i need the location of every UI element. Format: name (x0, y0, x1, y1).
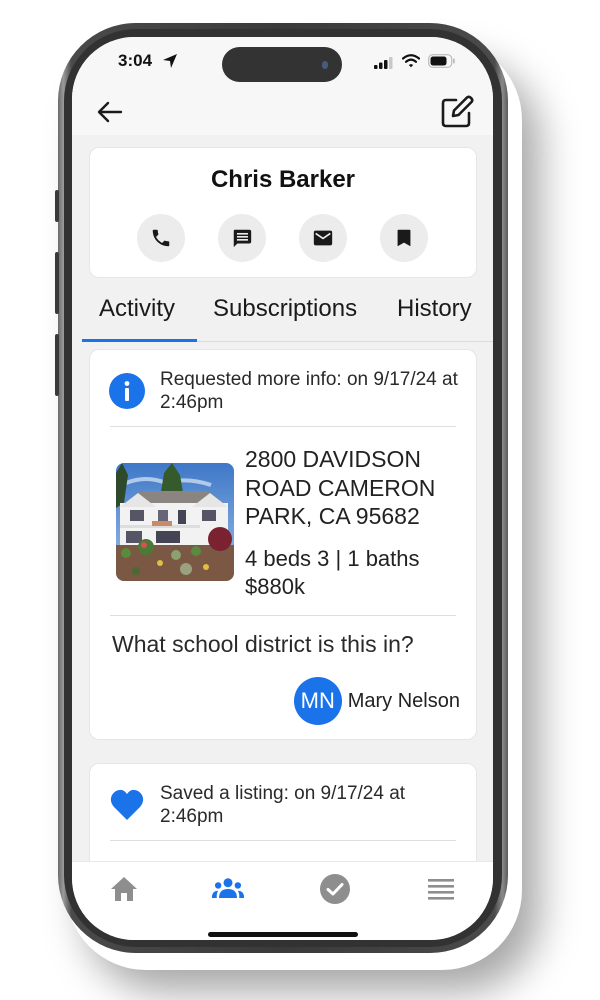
activity-message: What school district is this in? (112, 631, 414, 657)
activity-card: Saved a listing: on 9/17/24 at 2:46pm 30… (89, 763, 477, 861)
agent-name: Mary Nelson (347, 689, 460, 712)
edit-button[interactable] (440, 95, 474, 129)
listing-photo (116, 463, 234, 581)
bottom-tab-tasks[interactable] (318, 872, 352, 906)
back-button[interactable] (96, 99, 124, 125)
listing-summary[interactable]: 2800 DAVIDSON ROAD CAMERON PARK, CA 9568… (116, 445, 456, 605)
dynamic-island (222, 47, 342, 82)
tab-history[interactable]: History (397, 295, 472, 323)
contact-card: Chris Barker (89, 147, 477, 278)
action-button (55, 190, 59, 222)
assigned-agent[interactable]: MN Mary Nelson (293, 677, 460, 725)
call-button[interactable] (137, 214, 185, 262)
listing-beds-baths: 4 beds 3 | 1 baths (245, 546, 420, 571)
signal-icon (374, 57, 393, 69)
activity-title: Saved a listing: on 9/17/24 at 2:46pm (160, 783, 406, 827)
home-indicator[interactable] (208, 932, 358, 937)
mail-icon (313, 230, 333, 246)
bottom-tab-bar (72, 861, 493, 940)
volume-down-button (55, 334, 59, 396)
home-icon (111, 877, 137, 901)
location-arrow-icon (163, 54, 177, 68)
activity-title: Requested more info: on 9/17/24 at 2:46p… (160, 369, 458, 413)
wifi-icon (402, 54, 420, 68)
volume-up-button (55, 252, 59, 314)
divider (110, 426, 456, 427)
phone-icon (152, 229, 170, 247)
agent-avatar: MN (293, 677, 342, 725)
activity-header: Saved a listing: on 9/17/24 at 2:46pm (109, 782, 459, 832)
email-button[interactable] (299, 214, 347, 262)
bookmark-button[interactable] (380, 214, 428, 262)
people-icon (211, 878, 245, 898)
tab-subscriptions[interactable]: Subscriptions (213, 295, 357, 323)
bottom-tab-home[interactable] (107, 872, 141, 906)
info-icon (109, 373, 145, 409)
tab-bar-top: Activity Subscriptions History (82, 281, 493, 342)
arrow-left-icon (97, 101, 123, 123)
house-photo (116, 463, 234, 581)
edit-square-icon (441, 95, 474, 128)
active-tab-indicator (82, 339, 197, 342)
divider (110, 615, 456, 616)
contact-name: Chris Barker (210, 166, 356, 193)
listing-price: $880k (245, 574, 305, 599)
tab-activity[interactable]: Activity (99, 295, 175, 323)
chat-icon (233, 229, 252, 248)
heart-icon (110, 789, 144, 820)
message-button[interactable] (218, 214, 266, 262)
nav-bar (72, 87, 493, 135)
listing-address: 2800 DAVIDSON ROAD CAMERON PARK, CA 9568… (245, 446, 436, 529)
activity-header: Requested more info: on 9/17/24 at 2:46p… (109, 368, 459, 418)
contact-actions (137, 214, 428, 262)
bottom-tab-menu[interactable] (424, 872, 458, 906)
menu-icon (428, 879, 454, 900)
bottom-tab-contacts[interactable] (211, 872, 245, 906)
activity-feed[interactable]: Requested more info: on 9/17/24 at 2:46p… (72, 343, 493, 861)
battery-icon (428, 54, 455, 68)
status-bar: 3:04 (72, 37, 493, 87)
divider (110, 840, 456, 841)
phone-screen: 3:04 Chris Barker Activity Subscriptions… (72, 37, 493, 940)
bookmark-icon (397, 229, 411, 247)
activity-card: Requested more info: on 9/17/24 at 2:46p… (89, 349, 477, 740)
status-time: 3:04 (118, 51, 153, 70)
check-circle-icon (320, 874, 350, 904)
camera-icon (322, 61, 328, 69)
